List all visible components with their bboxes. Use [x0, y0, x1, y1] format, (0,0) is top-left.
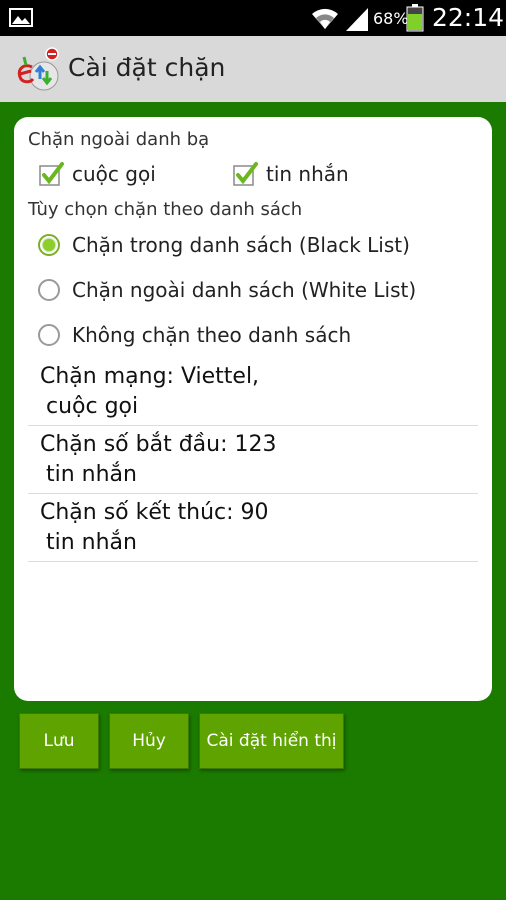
checkbox-calls[interactable]: cuộc gọi — [38, 157, 156, 191]
block-outside-contacts-label: Chặn ngoài danh bạ — [28, 129, 210, 150]
save-button[interactable]: Lưu — [19, 713, 99, 769]
radio-black-list-label: Chặn trong danh sách (Black List) — [72, 233, 410, 257]
page-title: Cài đặt chặn — [68, 53, 226, 82]
action-bar: Cài đặt chặn — [0, 36, 506, 102]
checkbox-checked-icon — [233, 162, 258, 186]
rule-title: Chặn số kết thúc: 90 — [40, 500, 269, 525]
checkbox-checked-icon — [39, 162, 64, 186]
radio-unselected-icon — [38, 324, 60, 346]
cancel-button[interactable]: Hủy — [109, 713, 189, 769]
rule-item-network[interactable]: Chặn mạng: Viettel, cuộc gọi — [28, 358, 478, 426]
rule-title: Chặn số bắt đầu: 123 — [40, 432, 277, 457]
radio-unselected-icon — [38, 279, 60, 301]
radio-white-list[interactable]: Chặn ngoài danh sách (White List) — [38, 270, 416, 310]
settings-card: Chặn ngoài danh bạ cuộc gọi tin nhắn Tùy… — [14, 117, 492, 701]
radio-no-list-label: Không chặn theo danh sách — [72, 323, 352, 347]
radio-white-list-label: Chặn ngoài danh sách (White List) — [72, 278, 417, 302]
image-notification-icon — [9, 8, 33, 27]
rule-item-suffix[interactable]: Chặn số kết thúc: 90 tin nhắn — [28, 494, 478, 562]
list-options-label: Tùy chọn chặn theo danh sách — [28, 199, 303, 220]
clock: 22:14 — [432, 3, 505, 32]
display-settings-button[interactable]: Cài đặt hiển thị — [199, 713, 344, 769]
battery-icon — [406, 4, 424, 32]
wifi-icon — [312, 8, 338, 29]
radio-no-list[interactable]: Không chặn theo danh sách — [38, 315, 351, 355]
app-logo-icon[interactable] — [14, 45, 62, 93]
rule-type: tin nhắn — [46, 530, 137, 555]
rule-title: Chặn mạng: Viettel, — [40, 364, 260, 389]
status-bar: 68% 22:14 — [0, 0, 506, 36]
rule-type: cuộc gọi — [46, 394, 139, 419]
rule-item-prefix[interactable]: Chặn số bắt đầu: 123 tin nhắn — [28, 426, 478, 494]
rule-type: tin nhắn — [46, 462, 137, 487]
signal-icon — [346, 8, 368, 31]
checkbox-messages-label: tin nhắn — [266, 162, 349, 186]
checkbox-calls-label: cuộc gọi — [72, 162, 156, 186]
checkbox-messages[interactable]: tin nhắn — [232, 157, 349, 191]
radio-black-list[interactable]: Chặn trong danh sách (Black List) — [38, 225, 410, 265]
radio-selected-icon — [38, 234, 60, 256]
battery-percent: 68% — [373, 9, 409, 28]
